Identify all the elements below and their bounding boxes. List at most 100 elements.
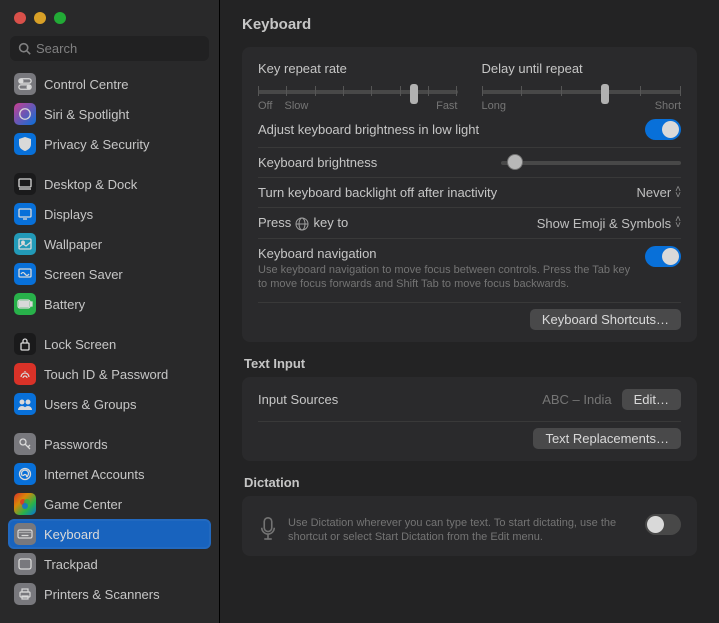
displays-icon [14,203,36,225]
sidebar-item-label: Game Center [44,494,122,515]
sidebar-item-label: Privacy & Security [44,134,149,155]
control-centre-icon [14,73,36,95]
chevron-updown-icon: ˄˅ [675,217,681,229]
dictation-card: Use Dictation wherever you can type text… [242,496,697,556]
sidebar-item-label: Desktop & Dock [44,174,137,195]
sidebar-item-label: Touch ID & Password [44,364,168,385]
users-groups-icon [14,393,36,415]
close-icon[interactable] [14,12,26,24]
sidebar-item-label: Printers & Scanners [44,584,160,605]
key-repeat-rate-slider[interactable] [258,90,458,94]
content: Keyboard Key repeat rate Off Slow Fast [220,0,719,623]
sidebar-item-label: Keyboard [44,524,100,545]
keyboard-icon [14,523,36,545]
sidebar-item-wallpaper[interactable]: Wallpaper [8,229,211,259]
key-repeat-rate-label: Key repeat rate [258,61,458,76]
keyboard-brightness-label: Keyboard brightness [258,155,377,170]
sidebar-item-passwords[interactable]: Passwords [8,429,211,459]
dictation-toggle[interactable] [645,514,681,535]
battery-icon [14,293,36,315]
input-sources-value: ABC – India [542,392,611,407]
sidebar-item-desktop-dock[interactable]: Desktop & Dock [8,169,211,199]
keyboard-brightness-slider[interactable] [501,161,681,165]
sidebar-item-label: Siri & Spotlight [44,104,129,125]
search-placeholder: Search [36,41,77,56]
text-input-card: Input Sources ABC – India Edit… Text Rep… [242,377,697,461]
sidebar-item-battery[interactable]: Battery [8,289,211,319]
sidebar-item-lock-screen[interactable]: Lock Screen [8,329,211,359]
search-input[interactable]: Search [10,36,209,61]
sidebar-item-label: Internet Accounts [44,464,144,485]
privacy-icon [14,133,36,155]
sidebar-item-control-centre[interactable]: Control Centre [8,69,211,99]
sidebar-item-label: Wallpaper [44,234,102,255]
keyboard-shortcuts-button[interactable]: Keyboard Shortcuts… [530,309,681,330]
sidebar-item-internet-accounts[interactable]: Internet Accounts [8,459,211,489]
sidebar-item-siri[interactable]: Siri & Spotlight [8,99,211,129]
search-icon [18,42,31,55]
sidebar-item-label: Users & Groups [44,394,136,415]
siri-icon [14,103,36,125]
sidebar-item-displays[interactable]: Displays [8,199,211,229]
minimize-icon[interactable] [34,12,46,24]
delay-until-repeat-slider[interactable] [482,90,682,94]
slider-label-slow: Slow [284,100,308,112]
keyboard-nav-toggle[interactable] [645,246,681,267]
chevron-updown-icon: ˄˅ [675,187,681,199]
touch-id-icon [14,363,36,385]
sidebar-item-label: Trackpad [44,554,98,575]
globe-key-label: Press key to [258,215,348,231]
sidebar-item-keyboard[interactable]: Keyboard [8,519,211,549]
slider-label-short: Short [655,100,681,112]
globe-icon [295,216,310,231]
auto-brightness-label: Adjust keyboard brightness in low light [258,122,479,137]
keyboard-nav-label: Keyboard navigation [258,246,638,261]
wallpaper-icon [14,233,36,255]
sidebar-item-privacy[interactable]: Privacy & Security [8,129,211,159]
delay-until-repeat-block: Delay until repeat Long Short [482,61,682,112]
input-sources-label: Input Sources [258,392,338,407]
window-controls [0,0,219,32]
sidebar-item-label: Lock Screen [44,334,116,355]
passwords-icon [14,433,36,455]
fullscreen-icon[interactable] [54,12,66,24]
sidebar-item-screen-saver[interactable]: Screen Saver [8,259,211,289]
sidebar: Search Control Centre Siri & Spotlight Pri… [0,0,220,623]
sidebar-item-label: Screen Saver [44,264,123,285]
section-dictation: Dictation [244,475,695,490]
lock-screen-icon [14,333,36,355]
sidebar-item-users-groups[interactable]: Users & Groups [8,389,211,419]
key-repeat-rate-block: Key repeat rate Off Slow Fast [258,61,458,112]
text-replacements-button[interactable]: Text Replacements… [533,428,681,449]
printers-icon [14,583,36,605]
sidebar-item-label: Displays [44,204,93,225]
trackpad-icon [14,553,36,575]
auto-brightness-toggle[interactable] [645,119,681,140]
input-sources-edit-button[interactable]: Edit… [622,389,681,410]
page-title: Keyboard [242,16,697,33]
delay-until-repeat-label: Delay until repeat [482,61,682,76]
screen-saver-icon [14,263,36,285]
sidebar-item-touch-id[interactable]: Touch ID & Password [8,359,211,389]
section-text-input: Text Input [244,356,695,371]
globe-key-popup[interactable]: Show Emoji & Symbols ˄˅ [537,216,681,231]
backlight-off-popup[interactable]: Never ˄˅ [636,185,681,200]
sidebar-item-label: Control Centre [44,74,129,95]
slider-label-long: Long [482,100,506,112]
sidebar-nav: Control Centre Siri & Spotlight Privacy & … [0,69,219,623]
internet-accounts-icon [14,463,36,485]
desktop-dock-icon [14,173,36,195]
sidebar-item-trackpad[interactable]: Trackpad [8,549,211,579]
slider-label-fast: Fast [436,100,457,112]
keyboard-settings-card: Key repeat rate Off Slow Fast Delay [242,47,697,342]
sidebar-item-label: Battery [44,294,85,315]
backlight-off-label: Turn keyboard backlight off after inacti… [258,185,497,200]
game-center-icon [14,493,36,515]
sidebar-item-label: Passwords [44,434,108,455]
slider-label-off: Off [258,100,272,112]
keyboard-nav-sub: Use keyboard navigation to move focus be… [258,263,638,291]
microphone-icon [258,516,278,542]
dictation-sub: Use Dictation wherever you can type text… [288,516,628,544]
sidebar-item-game-center[interactable]: Game Center [8,489,211,519]
sidebar-item-printers[interactable]: Printers & Scanners [8,579,211,609]
